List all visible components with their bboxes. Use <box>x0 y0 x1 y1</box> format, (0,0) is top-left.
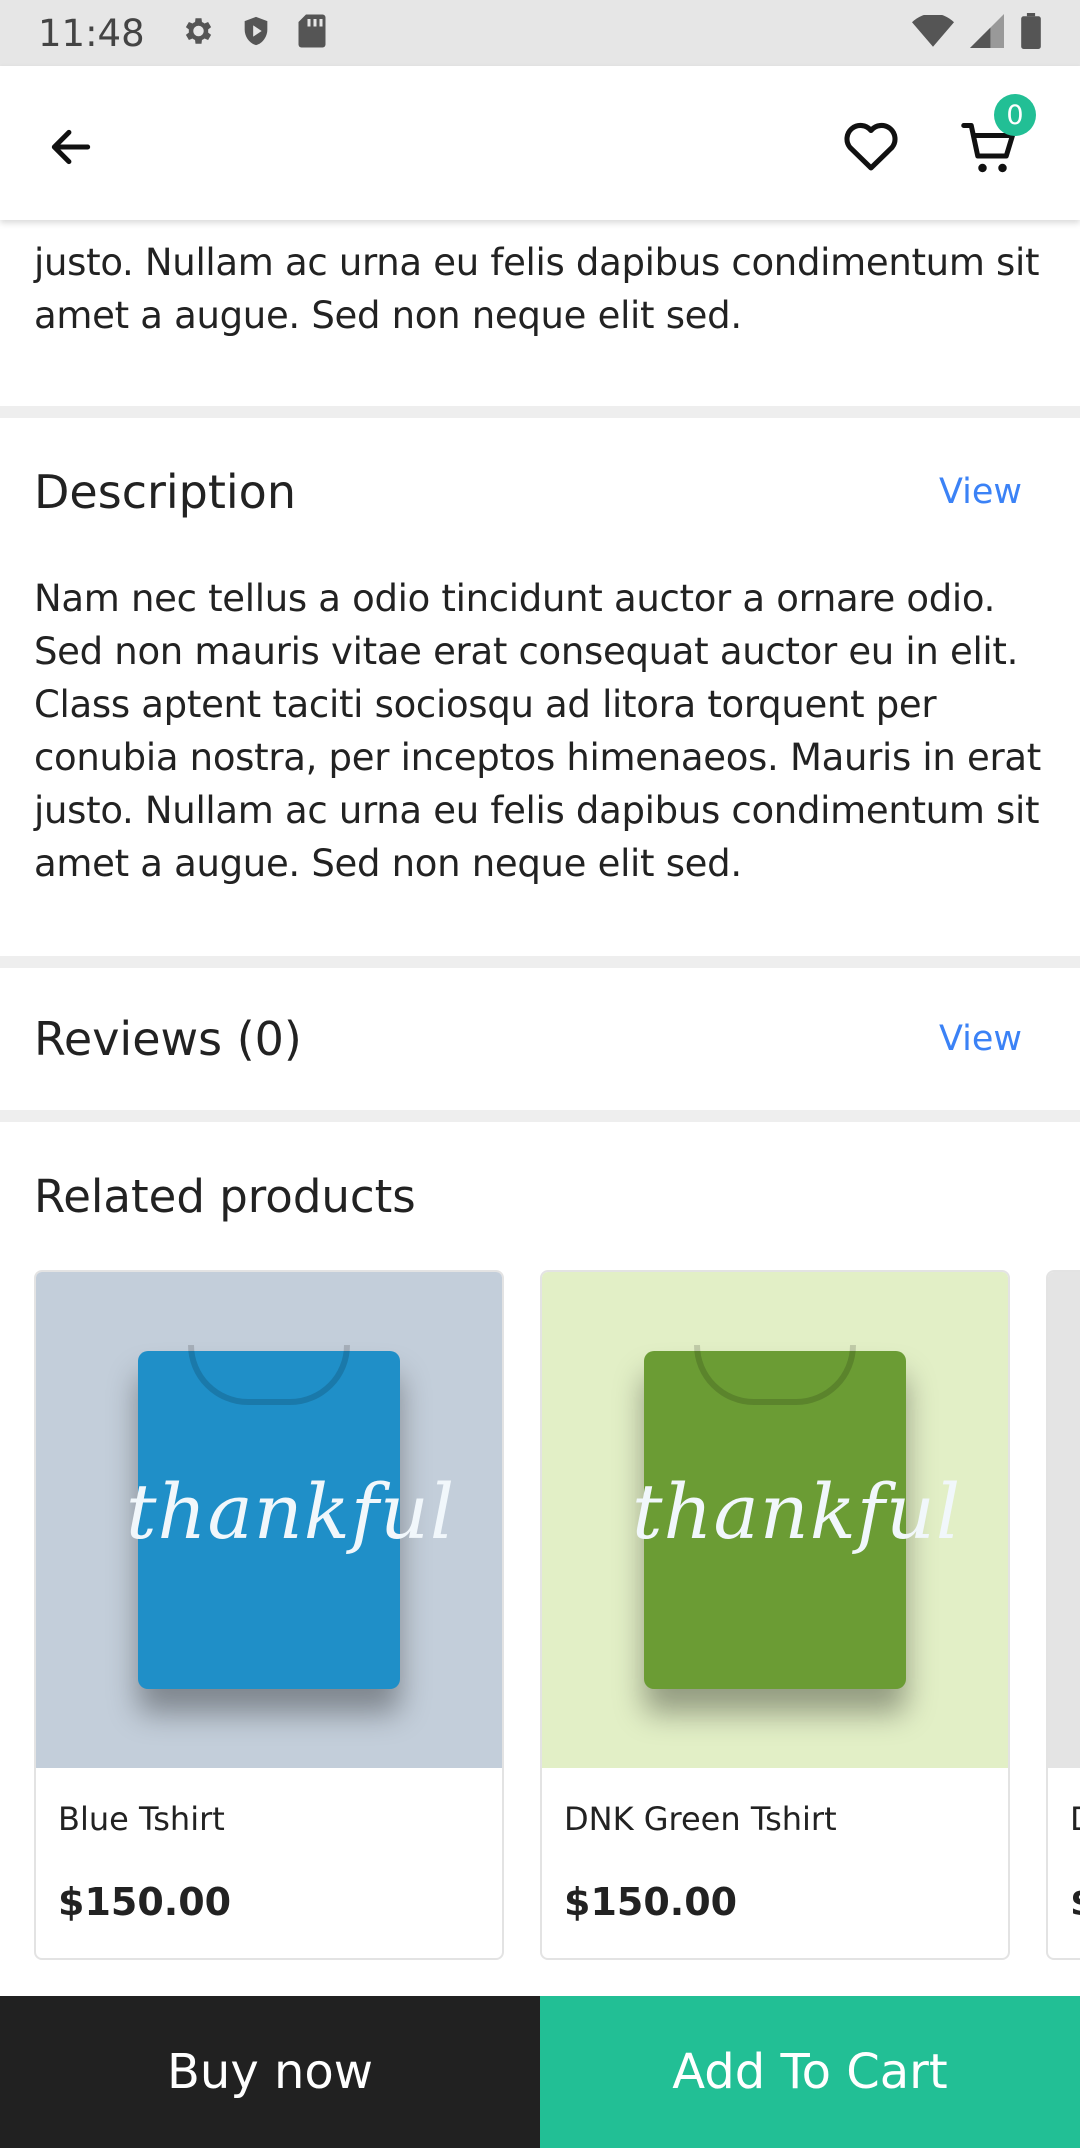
description-title: Description <box>34 465 296 519</box>
status-bar: 11:48 <box>0 0 1080 66</box>
top-paragraph: justo. Nullam ac urna eu felis dapibus c… <box>0 220 1080 406</box>
product-price: $150.00 <box>564 1880 738 1924</box>
product-card[interactable]: thankful DNK Green Tshirt $150.00 <box>540 1270 1010 1960</box>
text-line: justo. Nullam ac urna eu felis dapibus c… <box>34 241 1040 284</box>
shirt-print-text: thankful <box>632 1467 962 1556</box>
sd-card-icon <box>297 13 327 53</box>
text-line: amet a augue. Sed non neque elit sed. <box>34 294 742 337</box>
text-line: Sed non mauris vitae erat consequat auct… <box>34 630 1019 673</box>
product-image: thankful <box>36 1272 502 1768</box>
buy-now-button[interactable]: Buy now <box>0 1996 540 2148</box>
shield-icon <box>239 13 273 53</box>
product-card[interactable]: thankful Blue Tshirt $150.00 <box>34 1270 504 1960</box>
status-time: 11:48 <box>38 11 145 55</box>
product-image: thankful <box>542 1272 1008 1768</box>
product-name: D <box>1070 1800 1080 1838</box>
shirt-print-text: thankful <box>126 1467 456 1556</box>
product-name: Blue Tshirt <box>58 1800 225 1838</box>
text-line: conubia nostra, per inceptos himenaeos. … <box>34 736 1041 779</box>
product-price: $ <box>1070 1880 1080 1924</box>
app-bar: 0 <box>0 66 1080 220</box>
favorite-button[interactable] <box>836 110 906 180</box>
product-price: $150.00 <box>58 1880 232 1924</box>
related-products-title: Related products <box>34 1169 416 1223</box>
product-name: DNK Green Tshirt <box>564 1800 837 1838</box>
reviews-view-link[interactable]: View <box>939 1019 1022 1059</box>
section-divider <box>0 1110 1080 1122</box>
text-line: Class aptent taciti sociosqu ad litora t… <box>34 683 937 726</box>
related-products-carousel[interactable]: thankful Blue Tshirt $150.00 thankful DN… <box>0 1270 1080 1970</box>
section-divider <box>0 406 1080 418</box>
reviews-title: Reviews (0) <box>34 1012 302 1066</box>
section-divider <box>0 956 1080 968</box>
wifi-icon <box>912 13 954 51</box>
description-text: Nam nec tellus a odio tincidunt auctor a… <box>0 566 1080 956</box>
heart-icon <box>844 122 898 171</box>
product-details-scroll[interactable]: justo. Nullam ac urna eu felis dapibus c… <box>0 220 1080 1970</box>
text-line: justo. Nullam ac urna eu felis dapibus c… <box>34 789 1040 832</box>
tshirt-image: thankful <box>126 1345 454 1689</box>
signal-icon <box>970 14 1004 52</box>
add-to-cart-button[interactable]: Add To Cart <box>540 1996 1080 2148</box>
settings-icon <box>179 13 215 53</box>
reviews-header: Reviews (0) View <box>0 968 1080 1110</box>
product-card[interactable]: D $ <box>1046 1270 1080 1960</box>
text-line: Nam nec tellus a odio tincidunt auctor a… <box>34 577 996 620</box>
tshirt-image: thankful <box>632 1345 960 1689</box>
description-view-link[interactable]: View <box>939 472 1022 512</box>
text-line: amet a augue. Sed non neque elit sed. <box>34 842 742 885</box>
back-button[interactable] <box>36 112 106 182</box>
description-header: Description View <box>0 418 1080 566</box>
bottom-action-bar: Buy now Add To Cart <box>0 1996 1080 2148</box>
product-image <box>1048 1272 1080 1768</box>
arrow-left-icon <box>51 129 91 165</box>
cart-count-badge: 0 <box>994 94 1036 136</box>
battery-icon <box>1020 13 1042 53</box>
app-screen: 11:48 0 justo. Nullam ac urna eu felis d… <box>0 0 1080 2148</box>
